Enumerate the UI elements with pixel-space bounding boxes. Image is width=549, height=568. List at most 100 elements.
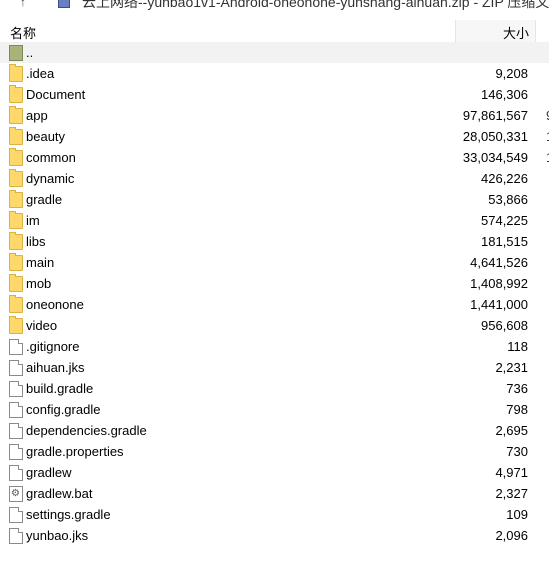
- column-header-size[interactable]: 大小: [455, 20, 536, 42]
- folder-row[interactable]: common33,034,5491: [0, 147, 549, 168]
- folder-icon: [9, 190, 23, 208]
- archive-app-icon: [58, 0, 70, 8]
- item-size: 2,231: [495, 360, 528, 375]
- item-size: 53,866: [488, 192, 528, 207]
- column-header-size-label: 大小: [502, 26, 529, 41]
- folder-icon: [9, 85, 23, 103]
- folder-icon: [9, 169, 23, 187]
- folder-row[interactable]: dynamic 426,226: [0, 168, 549, 189]
- file-row[interactable]: gradlew.bat 2,327: [0, 483, 549, 504]
- item-name: dynamic: [26, 171, 75, 186]
- file-icon: [9, 465, 23, 481]
- batch-file-icon: [9, 486, 23, 502]
- item-size: 97,861,567: [462, 108, 528, 123]
- file-row[interactable]: config.gradle 798: [0, 399, 549, 420]
- item-name: build.gradle: [26, 381, 94, 396]
- column-header-name[interactable]: 名称: [10, 23, 36, 42]
- item-name: dependencies.gradle: [26, 423, 147, 438]
- folder-row[interactable]: Document 146,306: [0, 84, 549, 105]
- file-row[interactable]: dependencies.gradle 2,695: [0, 420, 549, 441]
- folder-icon: [9, 295, 23, 313]
- file-row[interactable]: build.gradle 736: [0, 378, 549, 399]
- folder-icon: [9, 211, 23, 229]
- item-name: .idea: [26, 66, 55, 81]
- item-name: main: [26, 255, 55, 270]
- folder-icon: [9, 127, 23, 145]
- item-name: gradlew.bat: [26, 486, 93, 501]
- file-icon: [9, 402, 23, 418]
- folder-icon: [9, 232, 23, 250]
- item-name: beauty: [26, 129, 66, 144]
- file-row[interactable]: gradlew 4,971: [0, 462, 549, 483]
- item-size: 4,641,526: [470, 255, 528, 270]
- item-size: 2,327: [495, 486, 528, 501]
- file-row[interactable]: aihuan.jks 2,231: [0, 357, 549, 378]
- item-name: ..: [26, 45, 34, 60]
- file-icon: [9, 381, 23, 397]
- item-name: gradlew: [26, 465, 72, 480]
- folder-icon: [9, 253, 23, 271]
- folder-row[interactable]: video 956,608: [0, 315, 549, 336]
- item-name: app: [26, 108, 48, 123]
- item-name: gradle: [26, 192, 63, 207]
- file-row[interactable]: gradle.properties 730: [0, 441, 549, 462]
- item-size: 181,515: [481, 234, 528, 249]
- item-name: libs: [26, 234, 46, 249]
- folder-row[interactable]: mob 1,408,992: [0, 273, 549, 294]
- folder-row[interactable]: gradle 53,866: [0, 189, 549, 210]
- parent-folder-row[interactable]: ..: [0, 42, 549, 63]
- file-icon: [9, 507, 23, 523]
- item-name: config.gradle: [26, 402, 101, 417]
- item-name: Document: [26, 87, 86, 102]
- folder-row[interactable]: oneonone 1,441,000: [0, 294, 549, 315]
- folder-icon: [9, 316, 23, 334]
- item-size: 4,971: [495, 465, 528, 480]
- item-name: gradle.properties: [26, 444, 124, 459]
- file-icon: [9, 339, 23, 355]
- file-row[interactable]: .gitignore 118: [0, 336, 549, 357]
- file-row[interactable]: yunbao.jks 2,096: [0, 525, 549, 546]
- item-size: 118: [507, 339, 528, 354]
- item-name: mob: [26, 276, 52, 291]
- item-size: 1,408,992: [470, 276, 528, 291]
- folder-row[interactable]: libs 181,515: [0, 231, 549, 252]
- item-name: im: [26, 213, 40, 228]
- item-size: 2,096: [495, 528, 528, 543]
- parent-folder-icon: [9, 45, 23, 61]
- folder-row[interactable]: im 574,225: [0, 210, 549, 231]
- file-list: .. .idea 9,208 Document 146,306 app 97,861,567…: [0, 42, 549, 546]
- item-name: video: [26, 318, 58, 333]
- file-icon: [9, 528, 23, 544]
- item-size: 109: [506, 507, 528, 522]
- folder-row[interactable]: main 4,641,526: [0, 252, 549, 273]
- item-size: 2,695: [495, 423, 528, 438]
- item-size: 798: [506, 402, 528, 417]
- item-size: 146,306: [481, 87, 528, 102]
- item-name: .gitignore: [26, 339, 80, 354]
- item-name: yunbao.jks: [26, 528, 89, 543]
- file-icon: [9, 423, 23, 439]
- item-size: 426,226: [481, 171, 528, 186]
- item-name: aihuan.jks: [26, 360, 85, 375]
- item-size: 730: [506, 444, 528, 459]
- folder-row[interactable]: app97,861,5679: [0, 105, 549, 126]
- item-size: 33,034,549: [462, 150, 528, 165]
- folder-row[interactable]: .idea 9,208: [0, 63, 549, 84]
- item-size: 574,225: [481, 213, 528, 228]
- file-row[interactable]: settings.gradle 109: [0, 504, 549, 525]
- item-name: settings.gradle: [26, 507, 111, 522]
- window-title: 云上网络--yunbao1v1-Android-oneonone-yunshan…: [82, 0, 549, 10]
- folder-icon: [9, 148, 23, 166]
- item-size: 9,208: [495, 66, 528, 81]
- title-bar: ↑ 云上网络--yunbao1v1-Android-oneonone-yunsh…: [0, 0, 549, 10]
- item-name: oneonone: [26, 297, 84, 312]
- folder-row[interactable]: beauty28,050,3311: [0, 126, 549, 147]
- up-arrow-icon[interactable]: ↑: [20, 0, 26, 9]
- item-size: 1,441,000: [470, 297, 528, 312]
- item-size: 28,050,331: [462, 129, 528, 144]
- folder-icon: [9, 274, 23, 292]
- column-header: 名称 大小: [0, 20, 549, 43]
- item-name: common: [26, 150, 76, 165]
- folder-icon: [9, 106, 23, 124]
- item-size: 956,608: [481, 318, 528, 333]
